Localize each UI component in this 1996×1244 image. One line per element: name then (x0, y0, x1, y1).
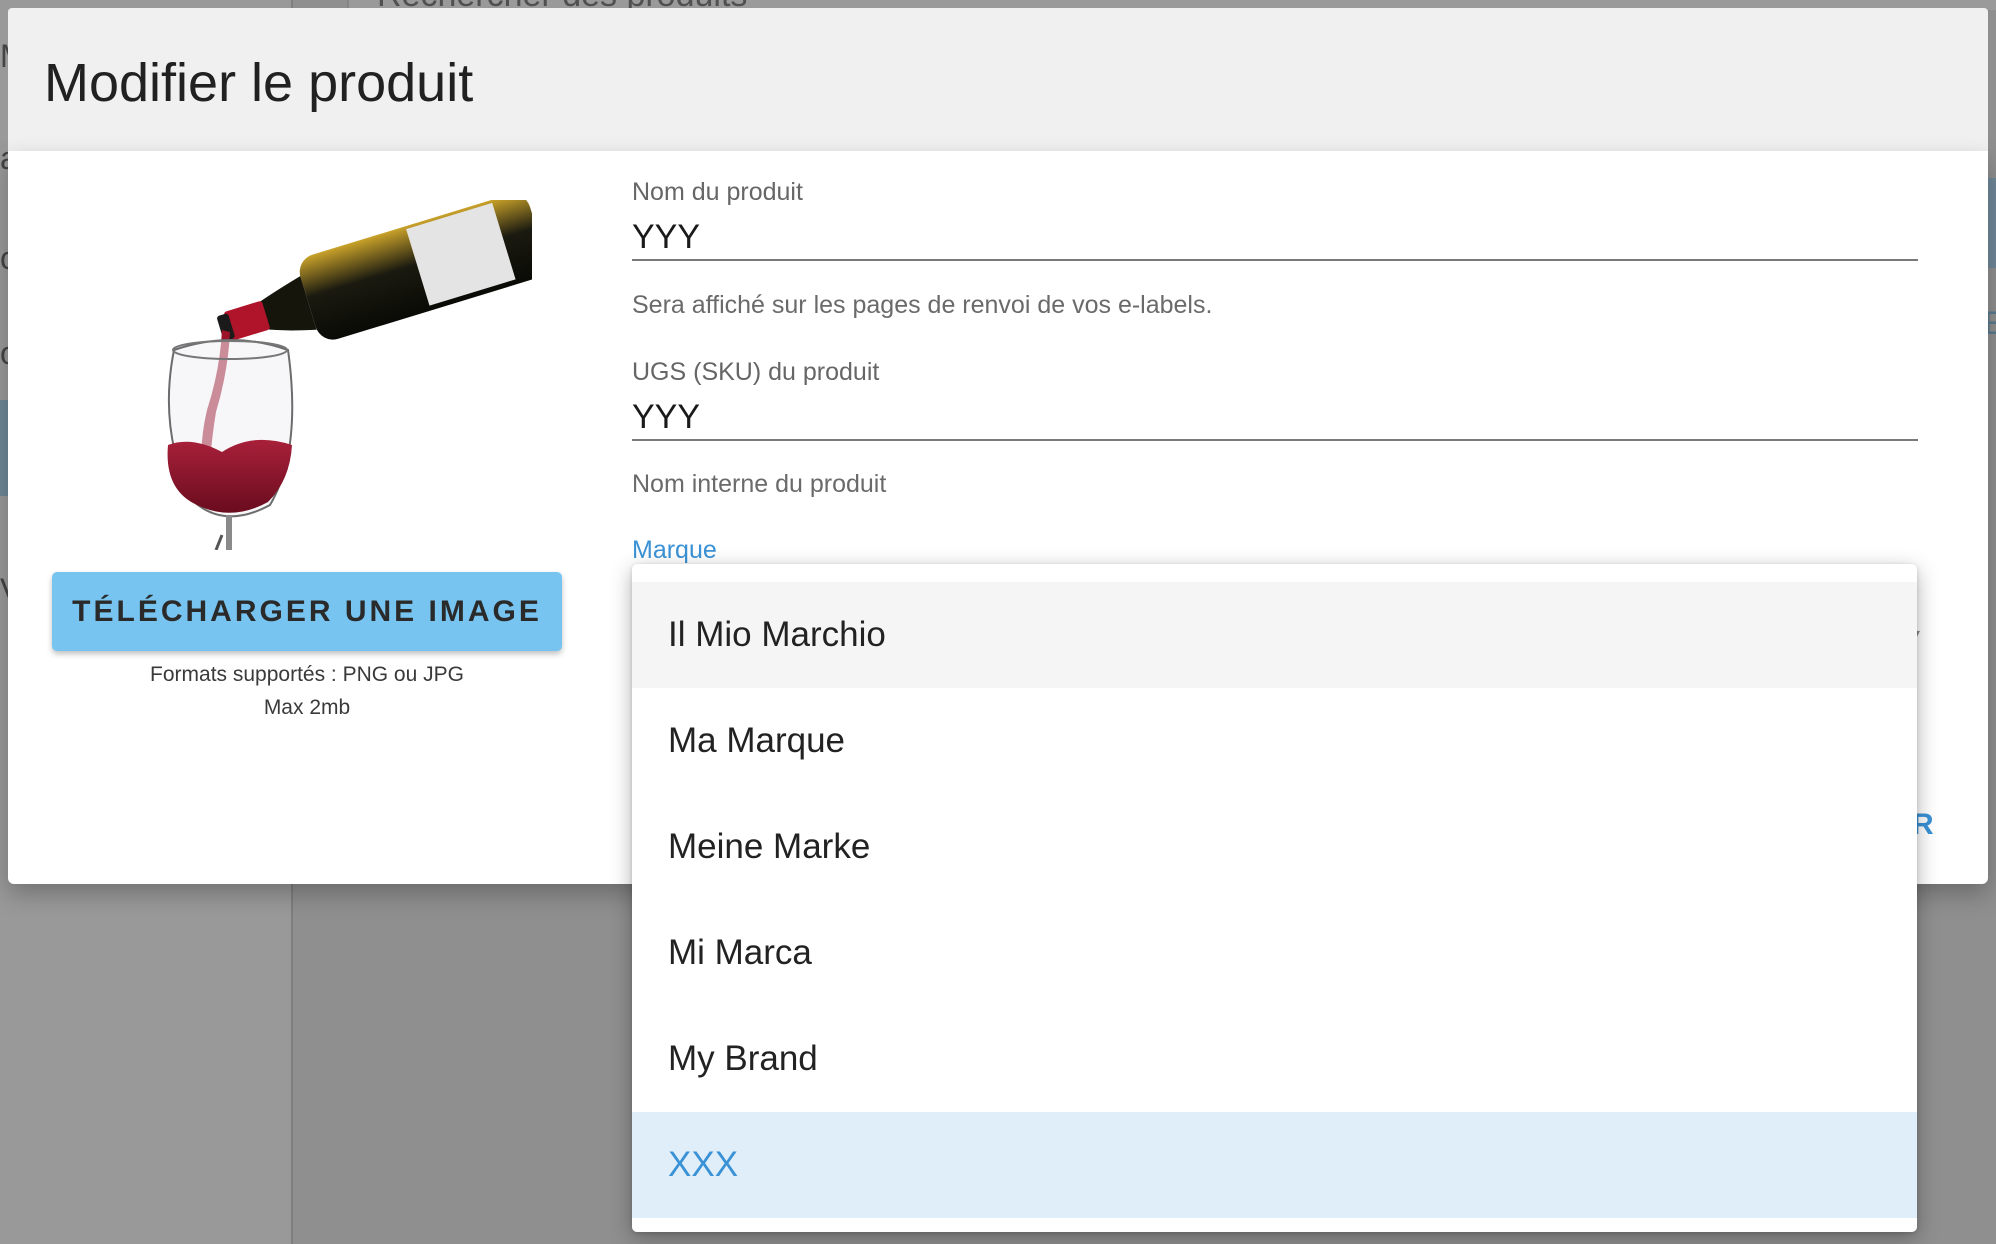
product-name-input[interactable] (632, 215, 1918, 261)
product-sku-label: UGS (SKU) du produit (632, 358, 880, 386)
upload-image-button[interactable]: TÉLÉCHARGER UNE IMAGE (52, 572, 562, 651)
brand-option-mi-marca[interactable]: Mi Marca (632, 900, 1917, 1006)
brand-option-ma-marque[interactable]: Ma Marque (632, 688, 1917, 794)
product-name-label: Nom du produit (632, 178, 803, 206)
formats-hint: Formats supportés : PNG ou JPG (150, 663, 464, 686)
brand-option-meine-marke[interactable]: Meine Marke (632, 794, 1917, 900)
product-sku-help: Nom interne du produit (632, 470, 887, 498)
brand-dropdown-menu: Il Mio Marchio Ma Marque Meine Marke Mi … (632, 564, 1917, 1232)
brand-option-xxx[interactable]: XXX (632, 1112, 1917, 1218)
size-hint: Max 2mb (263, 696, 351, 719)
brand-select-label: Marque (632, 536, 717, 564)
brand-option-my-brand[interactable]: My Brand (632, 1006, 1917, 1112)
product-sku-input[interactable] (632, 395, 1918, 441)
background-selected-indicator (0, 400, 8, 496)
dialog-header: Modifier le produit (8, 8, 1988, 151)
product-name-help: Sera affiché sur les pages de renvoi de … (632, 291, 1213, 319)
product-image (167, 200, 532, 550)
dialog-title: Modifier le produit (44, 53, 474, 113)
brand-option-il-mio-marchio[interactable]: Il Mio Marchio (632, 582, 1917, 688)
